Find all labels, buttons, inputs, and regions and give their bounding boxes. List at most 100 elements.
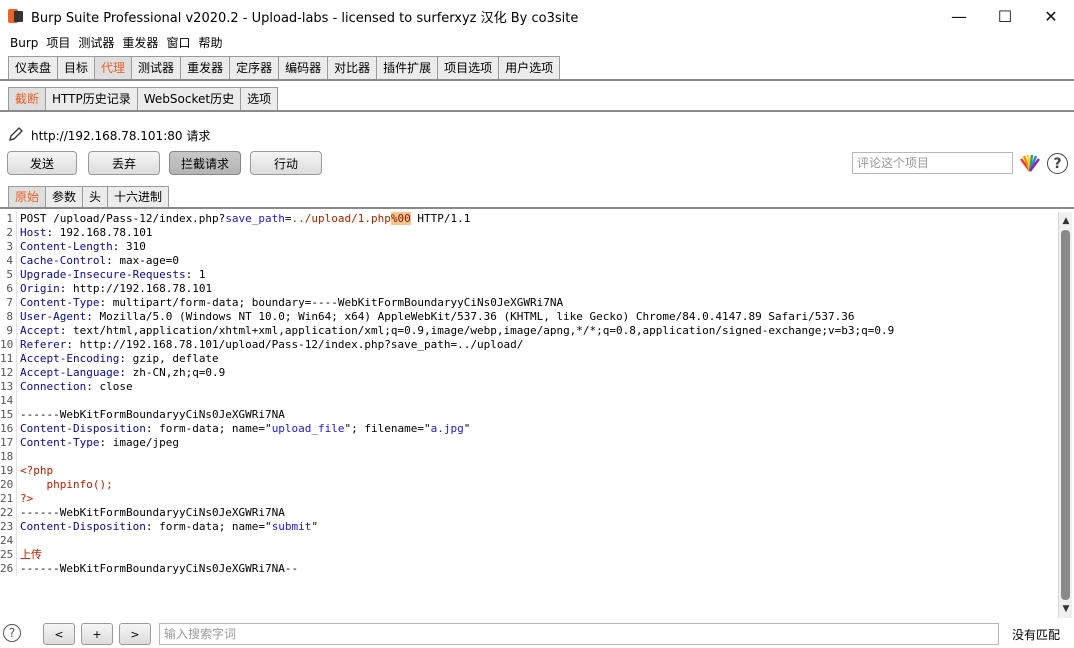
- line-number: 15: [0, 408, 17, 422]
- menu-window[interactable]: 窗口: [162, 32, 194, 54]
- code-token: : http://192.168.78.101: [59, 282, 213, 295]
- line-content: Accept-Language: zh-CN,zh;q=0.9: [17, 366, 225, 380]
- maximize-button[interactable]: ☐: [982, 0, 1028, 32]
- editor-line: 1 POST /upload/Pass-12/index.php?save_pat…: [0, 212, 1058, 226]
- code-token: ------WebKitFormBoundaryyCiNs0JeXGWRi7NA: [20, 506, 285, 519]
- line-content: Accept-Encoding: gzip, deflate: [17, 352, 219, 366]
- menu-burp[interactable]: Burp: [6, 32, 42, 54]
- line-number: 17: [0, 436, 17, 450]
- line-content: Content-Disposition: form-data; name="su…: [17, 520, 318, 534]
- request-editor[interactable]: 1 POST /upload/Pass-12/index.php?save_pat…: [0, 212, 1058, 618]
- proxy-tab-2[interactable]: WebSocket历史: [136, 87, 242, 110]
- editor-line: 25 上传: [0, 548, 1058, 562]
- line-number: 1: [0, 212, 17, 226]
- main-tab-4[interactable]: 重发器: [180, 56, 231, 79]
- scroll-down-icon[interactable]: ▼: [1061, 603, 1071, 615]
- proxy-tab-3[interactable]: 选项: [240, 87, 279, 110]
- next-match-button[interactable]: >: [119, 623, 151, 645]
- view-tab-1[interactable]: 参数: [45, 186, 84, 207]
- scroll-thumb[interactable]: [1061, 230, 1070, 600]
- editor-line: 19 <?php: [0, 464, 1058, 478]
- view-tab-2[interactable]: 头: [82, 186, 109, 207]
- forward-button[interactable]: 发送: [7, 151, 77, 175]
- menu-intruder[interactable]: 测试器: [74, 32, 118, 54]
- line-content: Connection: close: [17, 380, 133, 394]
- main-tab-8[interactable]: 插件扩展: [376, 56, 439, 79]
- highlight-color-icon[interactable]: [1019, 153, 1041, 173]
- editor-line: 26 ------WebKitFormBoundaryyCiNs0JeXGWRi7…: [0, 562, 1058, 576]
- comment-input[interactable]: [852, 152, 1013, 174]
- main-tab-9[interactable]: 项目选项: [437, 56, 500, 79]
- action-button[interactable]: 行动: [250, 151, 322, 175]
- editor-line: 24: [0, 534, 1058, 548]
- search-options-button[interactable]: +: [81, 623, 113, 645]
- pencil-edit-icon[interactable]: [7, 125, 25, 143]
- view-tab-3[interactable]: 十六进制: [107, 186, 170, 207]
- code-token: Accept-Language: [20, 366, 120, 379]
- code-token: Connection: [20, 380, 87, 393]
- line-content: ------WebKitFormBoundaryyCiNs0JeXGWRi7NA: [17, 506, 285, 520]
- code-token: : max-age=0: [106, 254, 179, 267]
- search-help-icon[interactable]: ?: [3, 624, 21, 642]
- match-status: 没有匹配: [1012, 628, 1061, 642]
- main-tab-5[interactable]: 定序器: [229, 56, 280, 79]
- search-input[interactable]: [159, 623, 999, 645]
- view-tab-0[interactable]: 原始: [8, 186, 47, 207]
- code-token: : close: [86, 380, 133, 393]
- code-token: Accept: [20, 324, 60, 337]
- menu-help[interactable]: 帮助: [194, 32, 226, 54]
- code-token: : http://192.168.78.101/upload/Pass-12/i…: [66, 338, 524, 351]
- line-content: phpinfo();: [17, 478, 112, 492]
- line-content: Cache-Control: max-age=0: [17, 254, 179, 268]
- code-token: ------WebKitFormBoundaryyCiNs0JeXGWRi7NA…: [20, 562, 299, 575]
- line-number: 13: [0, 380, 17, 394]
- editor-line: 14: [0, 394, 1058, 408]
- main-tab-7[interactable]: 对比器: [327, 56, 378, 79]
- line-number: 10: [0, 338, 17, 352]
- drop-button[interactable]: 丢弃: [88, 151, 160, 175]
- code-token: Content-Length: [20, 240, 113, 253]
- main-tab-6[interactable]: 编码器: [278, 56, 329, 79]
- previous-match-button[interactable]: <: [43, 623, 75, 645]
- code-token: Content-Disposition: [20, 520, 146, 533]
- main-tab-3[interactable]: 测试器: [131, 56, 182, 79]
- main-tab-2[interactable]: 代理: [94, 56, 133, 79]
- main-tab-1[interactable]: 目标: [57, 56, 96, 79]
- line-number: 21: [0, 492, 17, 506]
- message-view-tab-bar: 原始 参数头十六进制: [0, 186, 1074, 209]
- line-content: Content-Disposition: form-data; name="up…: [17, 422, 470, 436]
- scroll-up-icon[interactable]: ▲: [1061, 215, 1071, 227]
- editor-line: 5 Upgrade-Insecure-Requests: 1: [0, 268, 1058, 282]
- main-tab-0[interactable]: 仪表盘: [8, 56, 59, 79]
- menu-project[interactable]: 项目: [42, 32, 74, 54]
- editor-line: 16 Content-Disposition: form-data; name="…: [0, 422, 1058, 436]
- code-token: : form-data; name=": [145, 422, 272, 435]
- code-token: : zh-CN,zh;q=0.9: [119, 366, 226, 379]
- code-token: Origin: [20, 282, 60, 295]
- code-token: : 192.168.78.101: [46, 226, 153, 239]
- menu-repeater[interactable]: 重发器: [118, 32, 162, 54]
- line-number: 8: [0, 310, 17, 324]
- line-number: 6: [0, 282, 17, 296]
- code-token: Upgrade-Insecure-Requests: [20, 268, 186, 281]
- proxy-tab-0[interactable]: 截断: [8, 87, 47, 110]
- line-number: 3: [0, 240, 17, 254]
- code-token: : form-data; name=": [145, 520, 272, 533]
- minimize-button[interactable]: —: [936, 0, 982, 32]
- close-button[interactable]: ✕: [1028, 0, 1074, 32]
- proxy-tab-1[interactable]: HTTP历史记录: [45, 87, 138, 110]
- intercept-toggle-button[interactable]: 拦截请求: [169, 151, 241, 175]
- menu-bar: Burp 项目 测试器 重发器 窗口 帮助: [0, 32, 1074, 54]
- editor-line: 17 Content-Type: image/jpeg: [0, 436, 1058, 450]
- help-icon[interactable]: ?: [1047, 153, 1068, 174]
- code-token: ../upload/1.php: [291, 212, 391, 225]
- line-content: Content-Type: multipart/form-data; bound…: [17, 296, 563, 310]
- line-content: POST /upload/Pass-12/index.php?save_path…: [17, 212, 470, 226]
- window-title: Burp Suite Professional v2020.2 - Upload…: [31, 10, 579, 26]
- line-content: [17, 394, 20, 408]
- line-number: 26: [0, 562, 17, 576]
- editor-scrollbar[interactable]: ▲ ▼: [1058, 212, 1072, 618]
- code-token: ": [311, 520, 319, 533]
- editor-line: 13 Connection: close: [0, 380, 1058, 394]
- main-tab-10[interactable]: 用户选项: [498, 56, 561, 79]
